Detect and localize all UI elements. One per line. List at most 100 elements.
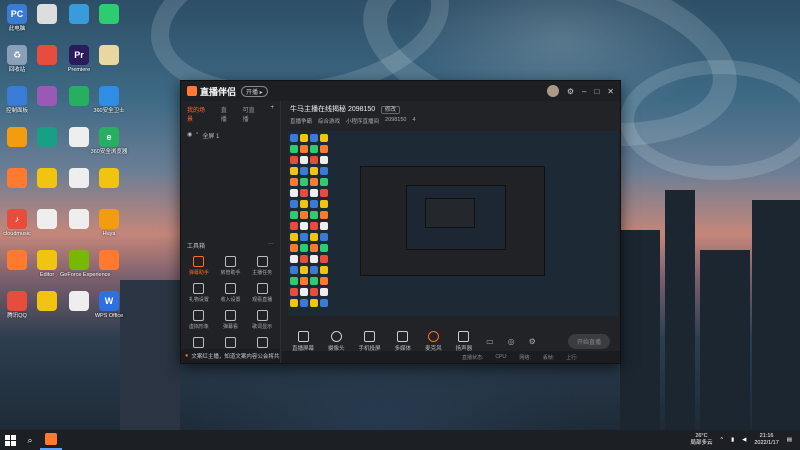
avatar[interactable] bbox=[546, 85, 559, 97]
scene-item[interactable]: ◉ ▫ 全屏 1 bbox=[181, 127, 280, 144]
taskbar-app-live-companion[interactable] bbox=[40, 430, 62, 450]
tool-item[interactable]: 弹幕助手 bbox=[183, 256, 215, 276]
desktop-icon[interactable]: Huya bbox=[90, 209, 128, 238]
edit-title-button[interactable]: 修改 bbox=[380, 106, 400, 114]
tab-available[interactable]: 可直播 bbox=[243, 105, 261, 123]
desktop-icon[interactable] bbox=[90, 4, 128, 26]
preview-icon bbox=[320, 189, 328, 197]
network-icon[interactable]: ▮ bbox=[731, 437, 734, 443]
media-button[interactable]: 多媒体 bbox=[395, 330, 411, 352]
tool-label: 虚拟形象 bbox=[188, 324, 209, 330]
microphone-button[interactable]: 麦克风 bbox=[425, 330, 442, 352]
live-companion-window[interactable]: 直播伴侣 开播 ▸ ⚙ – □ ✕ 我的场景 直播 可直播 + ◉ ▫ 全屏 1… bbox=[180, 80, 621, 364]
start-live-button[interactable]: 开始直播 bbox=[567, 333, 610, 349]
tool-item[interactable]: 弹幕看 bbox=[215, 310, 247, 330]
notification-icon[interactable]: ▤ bbox=[787, 437, 792, 443]
desktop-icon[interactable]: W WPS Office bbox=[90, 291, 128, 320]
speaker-button[interactable]: 扬声器 bbox=[456, 330, 472, 352]
app-icon bbox=[69, 291, 89, 311]
app-icon bbox=[99, 45, 119, 65]
phone-cast-button[interactable]: 手机投屏 bbox=[359, 330, 381, 352]
desktop-icon[interactable] bbox=[90, 45, 128, 67]
screen-capture-button[interactable]: 直播屏幕 bbox=[292, 330, 314, 352]
start-button[interactable] bbox=[0, 430, 20, 450]
settings-gear-icon[interactable]: ⚙ bbox=[529, 337, 536, 346]
eye-icon[interactable]: ◉ bbox=[187, 131, 192, 140]
app-icon: Pr bbox=[69, 45, 89, 65]
app-icon bbox=[69, 209, 89, 229]
app-icon bbox=[69, 4, 89, 24]
live-pill-button[interactable]: 开播 ▸ bbox=[241, 85, 268, 97]
tool-icon bbox=[224, 283, 236, 294]
desktop-icon[interactable]: 360安全卫士 bbox=[90, 86, 128, 115]
desktop-icon-label: WPS Office bbox=[94, 313, 124, 319]
windows-icon bbox=[4, 434, 16, 446]
tool-label: 礼物设置 bbox=[188, 297, 209, 303]
tool-label: 收入设置 bbox=[220, 297, 241, 303]
status-cpu: CPU: bbox=[495, 354, 508, 360]
tool-item[interactable]: 主播任务 bbox=[246, 256, 278, 276]
clock[interactable]: 21:16 2022/1/17 bbox=[754, 433, 778, 447]
preview-icon bbox=[300, 167, 308, 175]
app-icon bbox=[37, 45, 57, 65]
desktop-icon[interactable] bbox=[90, 168, 128, 190]
preview-icon bbox=[300, 200, 308, 208]
preview-icon bbox=[300, 134, 308, 142]
preview-icon bbox=[300, 266, 308, 274]
meta-type[interactable]: 综合游戏 bbox=[318, 117, 340, 125]
add-icon[interactable]: + bbox=[270, 105, 274, 123]
preview-icon bbox=[320, 134, 328, 142]
tool-item[interactable]: 虚拟形象 bbox=[183, 310, 215, 330]
close-icon[interactable]: ✕ bbox=[607, 87, 614, 96]
weather-widget[interactable]: 26°C 局部多云 bbox=[690, 433, 712, 447]
tool-icon bbox=[256, 310, 268, 321]
app-icon bbox=[7, 127, 27, 147]
preview-icon bbox=[320, 211, 328, 219]
preview-icon bbox=[310, 178, 318, 186]
desktop-icon[interactable]: e 360安全浏览器 bbox=[90, 127, 128, 156]
preview-icon bbox=[290, 222, 298, 230]
live-preview[interactable] bbox=[288, 131, 618, 316]
record-icon[interactable]: ▭ bbox=[486, 337, 494, 346]
tool-item[interactable]: 观看直播 bbox=[246, 283, 278, 303]
tray-arrow-icon[interactable]: ^ bbox=[720, 437, 723, 443]
search-icon[interactable]: ⌕ bbox=[20, 435, 40, 446]
app-icon bbox=[99, 4, 119, 24]
tool-item[interactable]: 收入设置 bbox=[215, 283, 247, 303]
tab-live[interactable]: 直播 bbox=[221, 105, 233, 123]
tool-label: 弹幕助手 bbox=[188, 270, 209, 276]
monitor-icon bbox=[297, 330, 309, 342]
tool-icon bbox=[193, 310, 205, 321]
app-icon bbox=[37, 291, 57, 311]
tool-item[interactable]: 房管助手 bbox=[215, 256, 247, 276]
app-icon bbox=[37, 127, 57, 147]
preview-icon bbox=[320, 145, 328, 153]
preview-icon bbox=[300, 222, 308, 230]
microphone-icon bbox=[427, 330, 439, 342]
meta-category[interactable]: 直播争霸 bbox=[290, 117, 312, 125]
tool-item[interactable]: 歌词显示 bbox=[246, 310, 278, 330]
status-bar: 直播状态: CPU: 网络: 丢帧: 上行: bbox=[282, 351, 620, 363]
preview-icon bbox=[310, 189, 318, 197]
tab-scenes[interactable]: 我的场景 bbox=[187, 105, 211, 123]
preview-icon bbox=[320, 277, 328, 285]
effects-icon[interactable]: ◎ bbox=[508, 337, 515, 346]
volume-icon[interactable]: ◀ bbox=[742, 437, 746, 443]
settings-icon[interactable]: ⚙ bbox=[567, 87, 574, 96]
lock-icon[interactable]: ▫ bbox=[196, 131, 198, 140]
tool-label: 歌词显示 bbox=[252, 324, 273, 330]
desktop-icon-label: Huya bbox=[102, 231, 116, 237]
window-titlebar[interactable]: 直播伴侣 开播 ▸ ⚙ – □ ✕ bbox=[181, 81, 620, 101]
camera-button[interactable]: 摄像头 bbox=[328, 330, 345, 352]
app-icon bbox=[99, 168, 119, 188]
preview-icon bbox=[290, 189, 298, 197]
window-controls: ⚙ – □ ✕ bbox=[546, 85, 614, 97]
maximize-icon[interactable]: □ bbox=[594, 87, 599, 96]
minimize-icon[interactable]: – bbox=[582, 87, 586, 96]
desktop-icon-label: 回收站 bbox=[8, 67, 26, 73]
desktop-icon[interactable] bbox=[90, 250, 128, 272]
tool-item[interactable]: 礼物设置 bbox=[183, 283, 215, 303]
app-icon: e bbox=[99, 127, 119, 147]
toolbox-more-button[interactable]: ··· bbox=[268, 241, 274, 250]
app-icon bbox=[37, 86, 57, 106]
